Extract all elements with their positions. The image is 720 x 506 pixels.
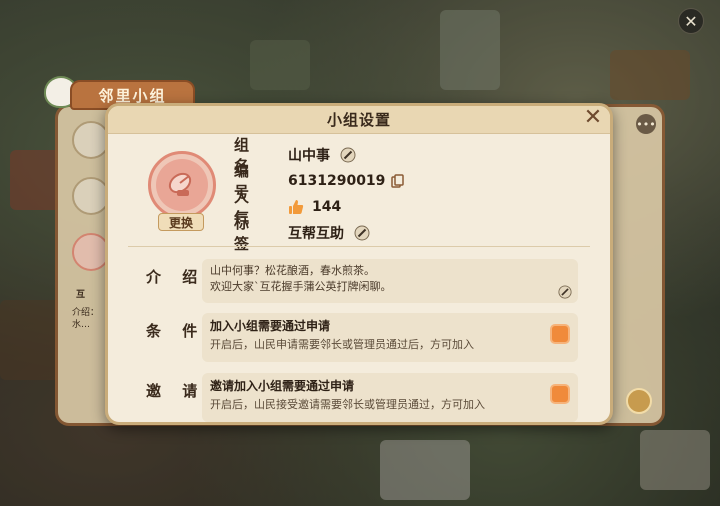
copy-icon[interactable] (391, 174, 405, 188)
invite-toggle[interactable] (550, 384, 570, 404)
intro-label: 介 绍 (146, 268, 206, 286)
close-outer-button[interactable]: ✕ (678, 8, 704, 34)
group-settings-modal: 小组设置 ✕ 更换 组 名 山中事 编 号 6131290019 人 气 144… (105, 103, 613, 425)
edit-icon[interactable] (558, 285, 572, 299)
section-divider (128, 246, 590, 247)
edit-icon[interactable] (340, 147, 356, 163)
tag-value: 互帮互助 (288, 226, 344, 242)
group-avatar[interactable] (148, 151, 216, 219)
popularity-value: 144 (312, 199, 342, 215)
tag-row: 标 签 互帮互助 (234, 214, 370, 253)
condition-title: 加入小组需要通过申请 (210, 319, 331, 333)
invite-label: 邀 请 (146, 382, 206, 400)
condition-box: 加入小组需要通过申请 开启后，山民申请需要邻长或管理员通过后，方可加入 (202, 313, 578, 362)
condition-toggle[interactable] (550, 324, 570, 344)
modal-title: 小组设置 (326, 111, 391, 129)
modal-header: 小组设置 (108, 106, 610, 134)
list-snippet-intro2: 水… (72, 320, 91, 330)
condition-label: 条 件 (146, 322, 206, 340)
invite-desc: 开启后，山民接受邀请需要邻长或管理员通过，方可加入 (210, 398, 485, 411)
group-name-value: 山中事 (288, 148, 330, 164)
tag-label: 标 签 (234, 214, 258, 253)
change-avatar-button[interactable]: 更换 (158, 213, 204, 231)
intro-line-2: 欢迎大家`互花握手蒲公英打牌闲聊。 (210, 280, 392, 293)
close-icon[interactable]: ✕ (582, 107, 604, 129)
invite-title: 邀请加入小组需要通过申请 (210, 379, 355, 393)
close-icon: ✕ (684, 11, 698, 31)
intro-line-1: 山中何事？松花酿酒，春水煎茶。 (210, 264, 375, 277)
group-id-value: 6131290019 (288, 173, 386, 189)
satellite-dish-icon (168, 172, 192, 196)
round-action-button[interactable] (626, 388, 652, 414)
edit-icon[interactable] (354, 225, 370, 241)
list-snippet-tag: 互 (76, 290, 86, 300)
condition-desc: 开启后，山民申请需要邻长或管理员通过后，方可加入 (210, 338, 474, 351)
intro-box[interactable]: 山中何事？松花酿酒，春水煎茶。 欢迎大家`互花握手蒲公英打牌闲聊。 (202, 259, 578, 303)
thumb-up-icon (289, 200, 304, 214)
invite-box: 邀请加入小组需要通过申请 开启后，山民接受邀请需要邻长或管理员通过，方可加入 (202, 373, 578, 422)
more-icon[interactable]: ••• (636, 114, 656, 134)
